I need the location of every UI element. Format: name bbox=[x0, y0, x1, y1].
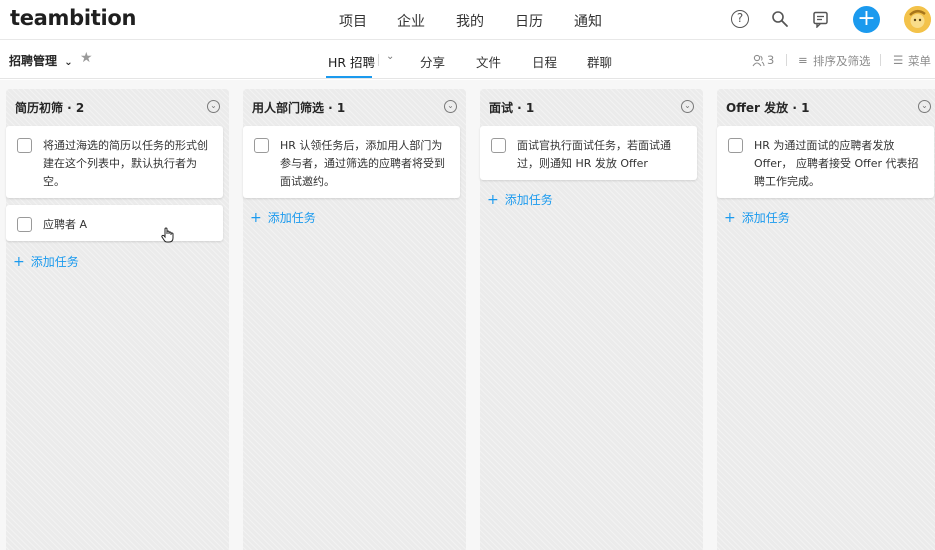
column-title: 简历初筛 · 2 bbox=[15, 101, 85, 115]
chevron-down-icon[interactable]: ⌄ bbox=[386, 51, 394, 62]
divider bbox=[786, 54, 787, 66]
add-task-button[interactable]: + 添加任务 bbox=[724, 209, 790, 226]
task-checkbox[interactable] bbox=[17, 217, 32, 232]
task-card[interactable]: HR 为通过面试的应聘者发放Offer， 应聘者接受 Offer 代表招聘工作完… bbox=[717, 126, 934, 198]
search-icon[interactable] bbox=[771, 10, 789, 28]
task-title: 将通过海选的简历以任务的形式创建在这个列表中，默认执行者为空。 bbox=[43, 139, 208, 188]
task-title: HR 认领任务后，添加用人部门为参与者，通过筛选的应聘者将受到面试邀约。 bbox=[280, 139, 445, 188]
sort-filter-button[interactable]: 排序及筛选 bbox=[813, 53, 871, 69]
avatar[interactable] bbox=[904, 6, 931, 33]
column-title: 用人部门筛选 · 1 bbox=[252, 101, 346, 115]
nav-notifications[interactable]: 通知 bbox=[574, 11, 602, 31]
hand-cursor-icon bbox=[161, 227, 174, 243]
column-title: Offer 发放 · 1 bbox=[726, 101, 810, 115]
task-checkbox[interactable] bbox=[254, 138, 269, 153]
task-title: 面试官执行面试任务，若面试通过，则通知 HR 发放 Offer bbox=[517, 139, 671, 170]
plus-icon: + bbox=[724, 210, 736, 226]
nav-projects[interactable]: 项目 bbox=[339, 11, 367, 31]
task-checkbox[interactable] bbox=[491, 138, 506, 153]
top-bar: teambition 项目 企业 我的 日历 通知 ? + bbox=[0, 0, 935, 40]
sort-filter-icon[interactable]: ≡ bbox=[798, 53, 808, 67]
task-card[interactable]: 将通过海选的简历以任务的形式创建在这个列表中，默认执行者为空。 bbox=[6, 126, 223, 198]
column-menu-icon[interactable]: ⌄ bbox=[918, 100, 931, 113]
app-logo[interactable]: teambition bbox=[10, 6, 136, 30]
chevron-down-icon: ⌄ bbox=[64, 57, 73, 68]
divider bbox=[880, 54, 881, 66]
member-count[interactable]: 3 bbox=[767, 53, 774, 67]
nav-calendar[interactable]: 日历 bbox=[515, 11, 543, 31]
add-task-label: 添加任务 bbox=[267, 211, 316, 225]
task-card[interactable]: HR 认领任务后，添加用人部门为参与者，通过筛选的应聘者将受到面试邀约。 bbox=[243, 126, 460, 198]
kanban-board: 简历初筛 · 2 ⌄ 将通过海选的简历以任务的形式创建在这个列表中，默认执行者为… bbox=[0, 80, 935, 550]
chat-icon[interactable] bbox=[812, 11, 829, 28]
add-task-label: 添加任务 bbox=[504, 193, 553, 207]
active-tab-indicator bbox=[326, 76, 372, 78]
column-menu-icon[interactable]: ⌄ bbox=[444, 100, 457, 113]
task-checkbox[interactable] bbox=[17, 138, 32, 153]
members-icon[interactable] bbox=[752, 54, 765, 67]
tab-files[interactable]: 文件 bbox=[476, 52, 501, 71]
add-task-button[interactable]: + 添加任务 bbox=[250, 209, 316, 226]
help-icon[interactable]: ? bbox=[731, 10, 749, 28]
task-card[interactable]: 应聘者 A bbox=[6, 205, 223, 241]
nav-enterprise[interactable]: 企业 bbox=[397, 11, 425, 31]
nav-mine[interactable]: 我的 bbox=[456, 11, 484, 31]
tab-hr-recruit[interactable]: HR 招聘 bbox=[328, 52, 375, 71]
plus-icon: + bbox=[487, 192, 499, 208]
add-task-label: 添加任务 bbox=[741, 211, 790, 225]
project-switcher[interactable]: 招聘管理 ⌄ bbox=[9, 52, 73, 69]
plus-icon: + bbox=[13, 254, 25, 270]
menu-button[interactable]: 菜单 bbox=[908, 53, 931, 69]
star-icon[interactable]: ★ bbox=[80, 50, 93, 66]
column-menu-icon[interactable]: ⌄ bbox=[681, 100, 694, 113]
menu-icon[interactable]: ☰ bbox=[893, 53, 903, 67]
task-card[interactable]: 面试官执行面试任务，若面试通过，则通知 HR 发放 Offer bbox=[480, 126, 697, 180]
stage-column: 用人部门筛选 · 1 ⌄ HR 认领任务后，添加用人部门为参与者，通过筛选的应聘… bbox=[243, 89, 466, 550]
stage-column: 面试 · 1 ⌄ 面试官执行面试任务，若面试通过，则通知 HR 发放 Offer… bbox=[480, 89, 703, 550]
stage-column: Offer 发放 · 1 ⌄ HR 为通过面试的应聘者发放Offer， 应聘者接… bbox=[717, 89, 935, 550]
plus-icon: + bbox=[250, 210, 262, 226]
task-title: 应聘者 A bbox=[43, 218, 88, 231]
tab-share[interactable]: 分享 bbox=[420, 52, 445, 71]
column-menu-icon[interactable]: ⌄ bbox=[207, 100, 220, 113]
stage-column: 简历初筛 · 2 ⌄ 将通过海选的简历以任务的形式创建在这个列表中，默认执行者为… bbox=[6, 89, 229, 550]
tab-schedule[interactable]: 日程 bbox=[532, 52, 557, 71]
plus-icon[interactable]: + bbox=[853, 6, 880, 33]
project-name: 招聘管理 bbox=[9, 54, 58, 68]
add-task-button[interactable]: + 添加任务 bbox=[13, 253, 79, 270]
divider bbox=[378, 54, 379, 66]
add-task-label: 添加任务 bbox=[30, 255, 79, 269]
task-checkbox[interactable] bbox=[728, 138, 743, 153]
project-header: 招聘管理 ⌄ ★ HR 招聘 ⌄ 分享 文件 日程 群聊 3 ≡ 排序及筛选 ☰… bbox=[0, 40, 935, 79]
column-title: 面试 · 1 bbox=[489, 101, 535, 115]
task-title: HR 为通过面试的应聘者发放Offer， 应聘者接受 Offer 代表招聘工作完… bbox=[754, 139, 919, 188]
tab-group-chat[interactable]: 群聊 bbox=[587, 52, 612, 71]
add-task-button[interactable]: + 添加任务 bbox=[487, 191, 553, 208]
